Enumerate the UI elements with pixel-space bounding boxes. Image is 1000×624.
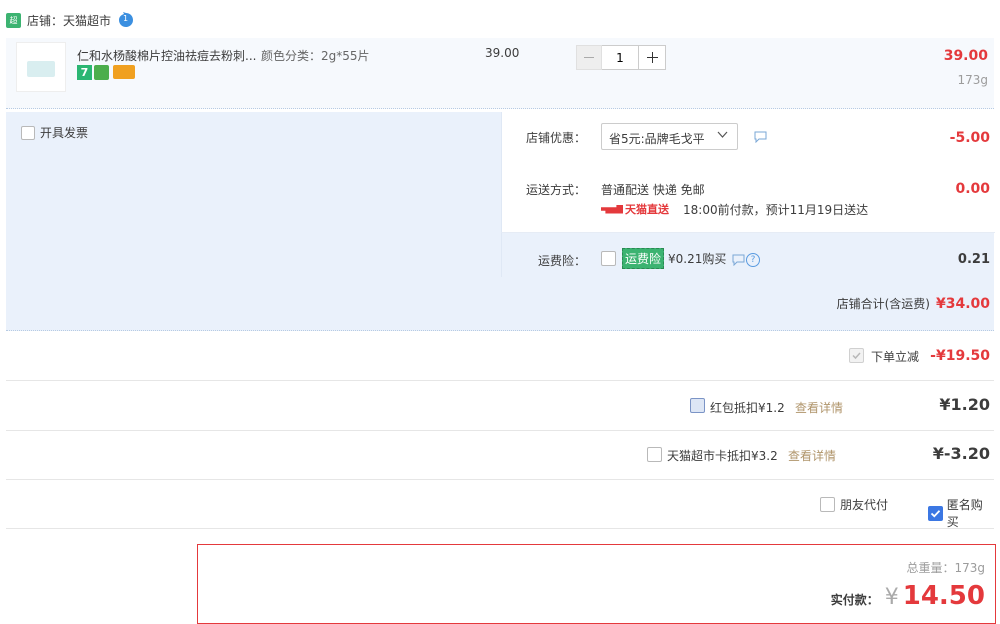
card-payment-icon[interactable]: [113, 65, 135, 79]
anonymous-checkbox[interactable]: [928, 505, 943, 521]
tmall-direct-badge: 天猫直送: [601, 201, 669, 217]
red-packet-label: 红包抵扣¥1.2: [710, 401, 785, 415]
shop-header: 超市 店铺：天猫超市 1: [6, 10, 134, 40]
shop-total-amount: ¥34.00: [935, 295, 990, 312]
shipping-amount: 0.00: [955, 181, 990, 197]
shop-discount-selected: 省5元:品牌毛戈平: [609, 132, 705, 146]
shop-discount-row: 店铺优惠： 省5元:品牌毛戈平 -5.00: [501, 112, 995, 163]
quality-guarantee-icon[interactable]: [94, 65, 109, 80]
anonymous-option[interactable]: 匿名购买: [928, 496, 994, 530]
insurance-price: ¥0.21购买: [668, 252, 727, 266]
tmall-market-icon: 超市: [6, 12, 21, 40]
invoice-checkbox[interactable]: [21, 125, 35, 140]
minus-button[interactable]: [576, 45, 602, 70]
shop-total: 店铺合计(含运费) ¥34.00: [837, 295, 990, 312]
shop-total-label: 店铺合计(含运费): [836, 297, 930, 311]
plus-icon: [646, 52, 658, 63]
summary-box: 总重量：173g 实付款： ¥ 14.50: [197, 544, 996, 624]
options-panel: 开具发票 店铺优惠： 省5元:品牌毛戈平 -5.00 运送方式： 普通配送 快递…: [6, 112, 995, 331]
item-service-tags: 7: [77, 65, 135, 80]
market-card-amount: ¥-3.20: [932, 444, 990, 463]
shop-name[interactable]: 店铺：天猫超市: [27, 12, 111, 29]
message-icon[interactable]: [754, 131, 767, 146]
unit-price: 39.00: [485, 46, 520, 60]
currency-symbol: ¥: [884, 585, 899, 610]
market-card-row: 天猫超市卡抵扣¥3.2 查看详情 ¥-3.20: [6, 431, 994, 480]
red-packet-amount: ¥1.20: [939, 395, 990, 414]
payment-options-row: 朋友代付 匿名购买: [6, 480, 994, 529]
actual-payment-amount: 14.50: [902, 581, 985, 611]
help-icon[interactable]: ?: [746, 253, 760, 267]
anonymous-label: 匿名购买: [946, 498, 983, 529]
instant-discount-label: 下单立减: [871, 350, 920, 364]
actual-payment-label: 实付款：: [830, 593, 879, 607]
seven-day-return-icon[interactable]: 7: [77, 65, 92, 80]
minus-icon: [584, 57, 594, 58]
plus-button[interactable]: [638, 45, 666, 70]
invoice-option[interactable]: 开具发票: [21, 124, 88, 141]
chevron-down-icon: [717, 129, 728, 144]
insurance-amount: 0.21: [957, 252, 990, 267]
red-packet-row: 红包抵扣¥1.2 查看详情 ¥1.20: [6, 381, 994, 431]
red-packet-details-link[interactable]: 查看详情: [795, 399, 843, 416]
wangwang-badge: 1: [123, 14, 129, 23]
quantity-stepper: [576, 45, 666, 70]
friend-pay-label: 朋友代付: [840, 498, 889, 512]
friend-pay-option[interactable]: 朋友代付: [820, 496, 888, 513]
item-subtotal: 39.00: [943, 48, 988, 64]
shipping-label: 运送方式：: [526, 183, 587, 197]
item-thumbnail[interactable]: [16, 42, 66, 92]
delivery-note: 18:00前付款，预计11月19日送达: [683, 203, 869, 217]
wangwang-icon[interactable]: 1: [118, 12, 134, 28]
insurance-row: 运费险： 运费险 ¥0.21购买 ? 0.21: [501, 232, 995, 277]
insurance-option[interactable]: 运费险 ¥0.21购买: [601, 248, 726, 269]
item-row: 仁和水杨酸棉片控油祛痘去粉刺... 颜色分类：2g*55片 7 39.00 39…: [6, 38, 994, 109]
market-card-label: 天猫超市卡抵扣¥3.2: [667, 449, 778, 463]
invoice-label: 开具发票: [40, 126, 89, 140]
tmall-direct-icon: [601, 204, 623, 214]
insurance-tag: 运费险: [622, 248, 665, 269]
shop-discount-label: 店铺优惠：: [526, 131, 587, 145]
red-packet-checkbox[interactable]: [690, 398, 705, 413]
insurance-label: 运费险：: [538, 254, 587, 268]
checkmark-icon: [852, 352, 861, 360]
shop-discount-amount: -5.00: [949, 130, 990, 146]
item-weight: 173g: [957, 73, 988, 87]
shop-discount-select[interactable]: 省5元:品牌毛戈平: [601, 123, 738, 150]
actual-payment: 实付款： ¥ 14.50: [831, 581, 985, 611]
market-card-details-link[interactable]: 查看详情: [788, 447, 836, 464]
instant-discount-row: 下单立减 -¥19.50: [6, 332, 994, 381]
instant-discount-checkbox: [849, 348, 864, 363]
checkmark-icon: [930, 509, 941, 517]
item-sku: 颜色分类：2g*55片: [261, 49, 370, 63]
shipping-method: 普通配送 快递 免邮: [601, 183, 705, 197]
message-icon[interactable]: [732, 254, 745, 269]
market-card-checkbox[interactable]: [647, 447, 662, 462]
order-options-block: 店铺优惠： 省5元:品牌毛戈平 -5.00 运送方式： 普通配送 快递 免邮 天…: [501, 112, 995, 277]
shipping-row: 运送方式： 普通配送 快递 免邮 天猫直送 18:00前付款，预计11月19日送…: [501, 162, 995, 232]
instant-discount-amount: -¥19.50: [930, 348, 990, 364]
item-title[interactable]: 仁和水杨酸棉片控油祛痘去粉刺...: [77, 47, 256, 64]
quantity-input[interactable]: [602, 45, 638, 70]
insurance-checkbox[interactable]: [601, 251, 616, 266]
total-weight: 总重量：173g: [906, 561, 985, 575]
friend-pay-checkbox[interactable]: [820, 497, 835, 512]
